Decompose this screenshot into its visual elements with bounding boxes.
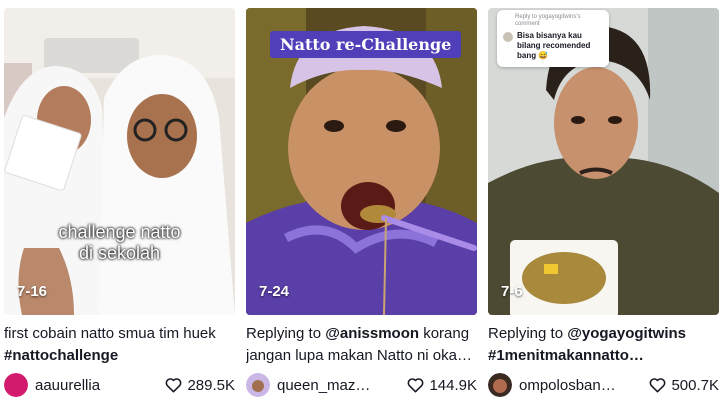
video-title-banner: Natto re-Challenge: [270, 31, 462, 58]
description-text: korang: [419, 325, 470, 342]
video-grid: challenge natto di sekolah 7-16 first co…: [0, 0, 728, 400]
avatar[interactable]: [246, 373, 270, 397]
video-meta: ompolosban… 500.7K: [488, 373, 719, 397]
hashtag-link[interactable]: #1menitmakannatto…: [488, 345, 719, 367]
video-card: Natto re-Challenge 7-24 Replying to @ani…: [246, 8, 477, 397]
overlay-line: di sekolah: [78, 243, 161, 263]
video-description[interactable]: Replying to @anissmoon korang jangan lup…: [246, 323, 477, 367]
video-meta: queen_maz… 144.9K: [246, 373, 477, 397]
like-count-text: 289.5K: [187, 376, 235, 394]
description-text: jangan lupa makan Natto ni oka…: [246, 347, 472, 364]
like-count: 289.5K: [165, 377, 235, 394]
like-count: 144.9K: [407, 377, 477, 394]
avatar: [503, 32, 513, 42]
username-link[interactable]: queen_maz…: [277, 377, 381, 394]
reply-prefix: Replying to: [488, 325, 568, 342]
video-thumbnail[interactable]: challenge natto di sekolah 7-16: [4, 8, 235, 315]
like-count: 500.7K: [649, 377, 719, 394]
heart-outline-icon: [408, 378, 424, 393]
video-description[interactable]: Replying to @yogayogitwins #1menitmakann…: [488, 323, 719, 367]
heart-outline-icon: [166, 378, 182, 393]
hashtag-link[interactable]: #nattochallenge: [4, 345, 235, 367]
post-date: 7-24: [259, 283, 290, 300]
avatar[interactable]: [4, 373, 28, 397]
reply-header: Reply to yogayogitwins's comment: [515, 14, 581, 27]
avatar-image: [4, 373, 28, 397]
video-thumbnail[interactable]: Natto re-Challenge 7-24: [246, 8, 477, 315]
like-count-text: 144.9K: [429, 376, 477, 394]
video-card: Reply to yogayogitwins's comment Bisa bi…: [488, 8, 719, 397]
video-caption-overlay: challenge natto di sekolah: [4, 222, 235, 264]
video-thumbnail[interactable]: Reply to yogayogitwins's comment Bisa bi…: [488, 8, 719, 315]
description-text: first cobain natto smua tim huek: [4, 325, 216, 342]
video-meta: aauurellia 289.5K: [4, 373, 235, 397]
avatar-image: [246, 373, 270, 397]
video-card: challenge natto di sekolah 7-16 first co…: [4, 8, 235, 397]
reply-prefix: Replying to: [246, 325, 326, 342]
mention-link[interactable]: @yogayogitwins: [567, 325, 686, 342]
video-description[interactable]: first cobain natto smua tim huek #nattoc…: [4, 323, 235, 367]
avatar[interactable]: [488, 373, 512, 397]
overlay-line: challenge natto: [58, 222, 181, 242]
post-date: 7-6: [501, 283, 523, 300]
like-count-text: 500.7K: [671, 376, 719, 394]
avatar-image: [488, 373, 512, 397]
username-link[interactable]: ompolosban…: [519, 377, 623, 394]
mention-link[interactable]: @anissmoon: [325, 325, 419, 342]
post-date: 7-16: [17, 283, 48, 300]
reply-comment-text: Bisa bisanya kau bilang recomended bang …: [517, 31, 591, 60]
reply-comment-bubble: Reply to yogayogitwins's comment Bisa bi…: [497, 10, 609, 67]
video-frame-image: [4, 8, 235, 315]
heart-outline-icon: [650, 378, 666, 393]
username-link[interactable]: aauurellia: [35, 377, 139, 394]
